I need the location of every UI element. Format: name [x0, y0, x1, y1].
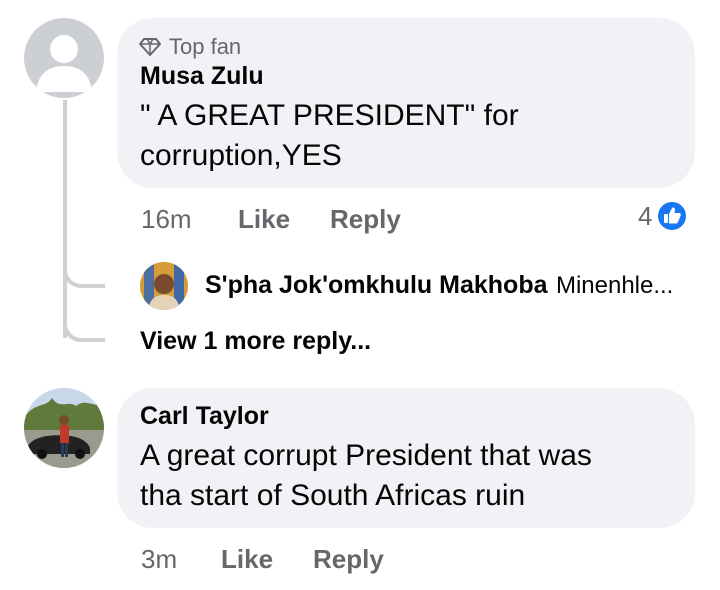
comment-author[interactable]: Carl Taylor — [140, 402, 269, 431]
thread-line-branch-2 — [63, 316, 105, 342]
person-photo-icon — [140, 262, 188, 310]
top-fan-badge[interactable]: Top fan — [139, 34, 241, 60]
comment-text-line: A great corrupt President that was — [140, 439, 592, 472]
comment-timestamp[interactable]: 3m — [141, 544, 177, 575]
reply-preview[interactable]: S'pha Jok'omkhulu Makhoba Minenhle... — [205, 271, 673, 300]
reply-avatar[interactable] — [140, 262, 188, 310]
like-reaction-icon — [656, 200, 689, 232]
default-avatar-icon — [36, 35, 92, 92]
diamond-icon — [139, 38, 161, 56]
like-button[interactable]: Like — [221, 544, 273, 575]
thread-line-vertical — [63, 100, 67, 338]
reply-author[interactable]: S'pha Jok'omkhulu Makhoba — [205, 271, 548, 299]
profile-photo-icon — [24, 388, 104, 468]
thread-line-branch-1 — [63, 262, 105, 288]
avatar-musa-zulu[interactable] — [24, 18, 104, 98]
reply-button[interactable]: Reply — [330, 204, 401, 235]
comment-author[interactable]: Musa Zulu — [140, 62, 264, 91]
comment-text-line: tha start of South Africas ruin — [140, 479, 526, 512]
reaction-summary[interactable]: 4 — [638, 200, 689, 232]
view-more-replies-link[interactable]: View 1 more reply... — [140, 327, 371, 356]
like-button[interactable]: Like — [238, 204, 290, 235]
reply-snippet: Minenhle... — [555, 272, 674, 299]
reaction-count: 4 — [638, 200, 653, 231]
comment-text-line: corruption,YES — [140, 139, 342, 172]
reply-button[interactable]: Reply — [313, 544, 384, 575]
comment-timestamp[interactable]: 16m — [141, 204, 192, 235]
comment-text-line: " A GREAT PRESIDENT" for — [140, 99, 519, 132]
badge-label: Top fan — [169, 34, 242, 59]
avatar-carl-taylor[interactable] — [24, 388, 104, 468]
